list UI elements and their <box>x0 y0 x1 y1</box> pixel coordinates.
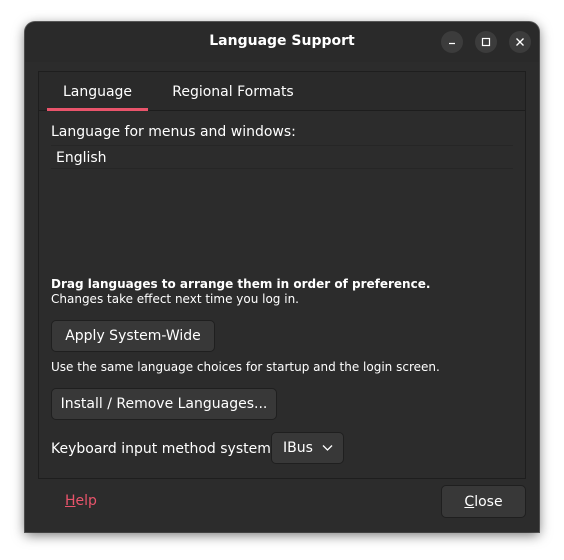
help-label: elp <box>75 493 97 509</box>
close-window-button[interactable] <box>509 31 531 53</box>
close-button[interactable]: Close <box>441 485 526 518</box>
keyboard-input-value: IBus <box>283 440 313 456</box>
keyboard-input-label: Keyboard input method system: <box>51 441 276 457</box>
language-list-label: Language for menus and windows: <box>51 124 296 140</box>
tab-regional-formats[interactable]: Regional Formats <box>163 72 303 110</box>
chevron-down-icon <box>322 445 333 451</box>
title-bar[interactable]: Language Support <box>25 22 539 62</box>
maximize-icon <box>481 37 491 47</box>
notebook: Language Regional Formats Language for m… <box>38 71 526 479</box>
close-label: lose <box>474 493 503 510</box>
close-mnemonic: C <box>464 493 475 510</box>
install-remove-languages-button[interactable]: Install / Remove Languages... <box>51 388 277 420</box>
tab-bar: Language Regional Formats <box>39 72 525 111</box>
maximize-button[interactable] <box>475 31 497 53</box>
language-support-window: Language Support Language Regional Forma… <box>25 22 539 532</box>
changes-hint: Changes take effect next time you log in… <box>51 292 299 306</box>
help-button[interactable]: Help <box>65 493 97 509</box>
apply-description: Use the same language choices for startu… <box>51 360 440 374</box>
minimize-button[interactable] <box>441 31 463 53</box>
list-item[interactable]: English <box>51 145 513 169</box>
help-mnemonic: H <box>65 493 76 509</box>
close-icon <box>516 38 524 46</box>
tab-language[interactable]: Language <box>47 72 148 111</box>
language-list[interactable]: English <box>51 144 513 284</box>
minimize-icon <box>449 42 455 45</box>
drag-hint: Drag languages to arrange them in order … <box>51 277 431 291</box>
keyboard-input-select[interactable]: IBus <box>271 432 344 464</box>
apply-system-wide-button[interactable]: Apply System-Wide <box>51 320 215 352</box>
